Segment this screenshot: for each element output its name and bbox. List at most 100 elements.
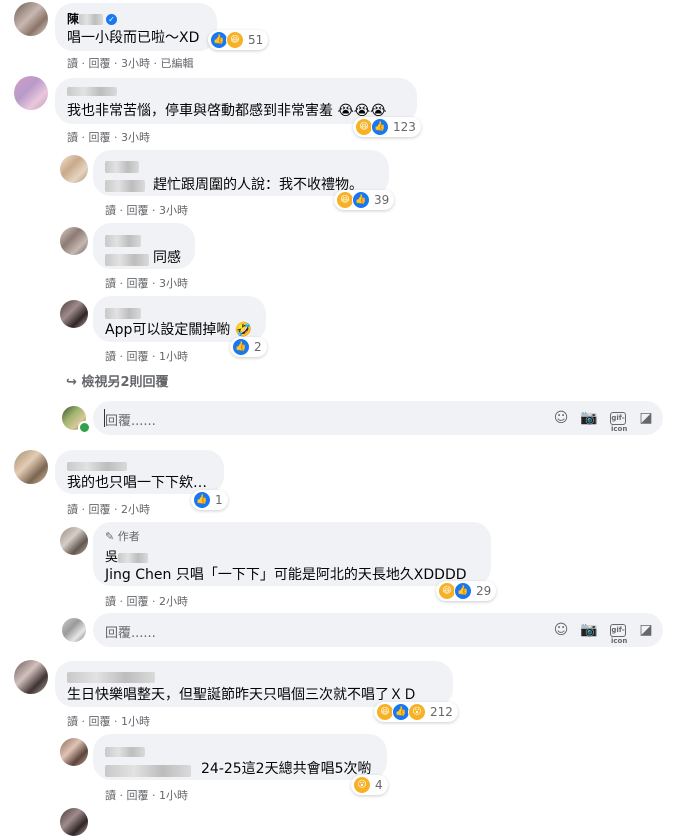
comment-text: 唱一小段而已啦～XD (67, 30, 200, 46)
online-status-icon (78, 421, 91, 434)
read-link[interactable]: 讀 (105, 595, 116, 608)
read-link[interactable]: 讀 (67, 715, 78, 728)
gif-icon[interactable]: gif-icon (610, 624, 627, 645)
comment-text: App可以設定關掉喲 🤣 (105, 322, 253, 338)
reaction-summary[interactable]: 👍 😆 51 (208, 30, 269, 50)
my-avatar[interactable] (62, 618, 86, 642)
avatar[interactable] (14, 76, 48, 110)
commenter-name[interactable]: 陳 ✓ (67, 10, 118, 27)
comment-actions: 讀 · 回覆 · 1小時 (67, 715, 150, 728)
comment-bubble: App可以設定關掉喲 🤣 (93, 296, 266, 342)
avatar[interactable] (60, 300, 88, 328)
comment-bubble: 同感 (93, 223, 195, 269)
like-icon: 👍 (232, 338, 250, 356)
reaction-summary[interactable]: 👍 2 (230, 337, 267, 357)
edited-label: 已編輯 (160, 57, 194, 70)
timestamp[interactable]: 3小時 (121, 131, 150, 144)
commenter-name[interactable] (105, 741, 145, 760)
sticker-icon[interactable]: ◪ (637, 621, 655, 639)
haha-icon: 😆 (226, 31, 244, 49)
wow-icon: 😮 (353, 776, 371, 794)
timestamp[interactable]: 3小時 (159, 277, 188, 290)
comment-text: 我也非常苦惱，停車與啓動都感到非常害羞 😭😭😭 (67, 103, 387, 119)
comment-bubble: 24-25這2天總共會唱5次喲 (93, 734, 387, 780)
reply-link[interactable]: 回覆 (127, 277, 149, 290)
view-more-replies-link[interactable]: ↪ 檢視另2則回覆 (66, 371, 168, 390)
avatar[interactable] (14, 450, 48, 484)
read-link[interactable]: 讀 (67, 503, 78, 516)
camera-icon[interactable]: 📷 (580, 409, 598, 427)
comment-actions: 讀 · 回覆 · 3小時 (105, 277, 188, 290)
reply-link[interactable]: 回覆 (127, 789, 149, 802)
timestamp[interactable]: 3小時 (121, 57, 150, 70)
commenter-name[interactable] (67, 84, 117, 98)
read-link[interactable]: 讀 (105, 789, 116, 802)
reply-link[interactable]: 回覆 (127, 350, 149, 363)
comment-text: 趕忙跟周圍的人說：我不收禮物。 (153, 177, 363, 193)
timestamp[interactable]: 1小時 (159, 789, 188, 802)
read-link[interactable]: 讀 (67, 131, 78, 144)
reply-arrow-icon: ↪ (66, 375, 77, 390)
like-icon: 👍 (193, 491, 211, 509)
like-icon: 👍 (454, 582, 472, 600)
read-link[interactable]: 讀 (105, 204, 116, 217)
avatar[interactable] (60, 155, 88, 183)
sticker-icon[interactable]: ◪ (637, 409, 655, 427)
comment-actions: 讀 · 回覆 · 2小時 (67, 503, 150, 516)
reply-link[interactable]: 回覆 (89, 57, 111, 70)
comment-actions: 讀 · 回覆 · 2小時 (105, 595, 188, 608)
timestamp[interactable]: 3小時 (159, 204, 188, 217)
reply-link[interactable]: 回覆 (127, 595, 149, 608)
verified-icon: ✓ (106, 14, 118, 25)
avatar[interactable] (60, 227, 88, 255)
commenter-name[interactable] (105, 230, 141, 249)
comment-bubble: ✎ 作者 吳 Jing Chen 只唱「一下下」可能是阿北的天長地久XDDDD (93, 522, 491, 586)
comment-bubble: 陳 ✓ 唱一小段而已啦～XD (55, 3, 217, 51)
comment-text: Jing Chen 只唱「一下下」可能是阿北的天長地久XDDDD (105, 567, 467, 583)
comment-bubble: 生日快樂唱整天，但聖誕節昨天只唱個三次就不唱了ＸＤ (55, 661, 453, 707)
reply-input[interactable]: 回覆...... ☺ 📷 gif-icon ◪ (93, 401, 663, 435)
reply-input[interactable]: 回覆...... ☺ 📷 gif-icon ◪ (93, 613, 663, 647)
reply-link[interactable]: 回覆 (89, 715, 111, 728)
reply-link[interactable]: 回覆 (89, 131, 111, 144)
timestamp[interactable]: 2小時 (159, 595, 188, 608)
camera-icon[interactable]: 📷 (580, 621, 598, 639)
timestamp[interactable]: 1小時 (121, 715, 150, 728)
gif-icon[interactable]: gif-icon (610, 412, 627, 433)
wow-icon: 😮 (408, 703, 426, 721)
avatar[interactable] (14, 2, 48, 36)
timestamp[interactable]: 1小時 (159, 350, 188, 363)
comment-text: 24-25這2天總共會唱5次喲 (201, 761, 372, 777)
avatar[interactable] (60, 738, 88, 766)
commenter-name[interactable] (105, 156, 139, 175)
comment-actions: 讀 · 回覆 · 3小時 (105, 204, 188, 217)
comment-text: 我的也只唱一下下欸… (67, 475, 207, 491)
comment-bubble: 我的也只唱一下下欸… (55, 450, 224, 494)
commenter-name[interactable]: 吳 (105, 546, 149, 565)
reaction-summary[interactable]: 😮 4 (351, 775, 388, 795)
avatar[interactable] (14, 660, 48, 694)
comment-actions: 讀 · 回覆 · 3小時 · 已編輯 (67, 57, 194, 70)
read-link[interactable]: 讀 (105, 277, 116, 290)
emoji-icon[interactable]: ☺ (552, 409, 570, 427)
comment-text: 同感 (153, 250, 181, 266)
reaction-summary[interactable]: 👍 1 (191, 490, 228, 510)
reaction-summary[interactable]: 😆 👍 😮 212 (374, 702, 458, 722)
avatar[interactable] (60, 527, 88, 555)
reply-link[interactable]: 回覆 (89, 503, 111, 516)
reaction-summary[interactable]: 😆 👍 39 (334, 190, 395, 210)
emoji-icon[interactable]: ☺ (552, 621, 570, 639)
timestamp[interactable]: 2小時 (121, 503, 150, 516)
like-icon: 👍 (352, 191, 370, 209)
reaction-summary[interactable]: 😆 👍 123 (353, 117, 421, 137)
comment-text: 生日快樂唱整天，但聖誕節昨天只唱個三次就不唱了ＸＤ (67, 687, 417, 703)
reaction-summary[interactable]: 😆 👍 29 (436, 581, 497, 601)
read-link[interactable]: 讀 (105, 350, 116, 363)
like-icon: 👍 (371, 118, 389, 136)
comment-actions: 讀 · 回覆 · 1小時 (105, 350, 188, 363)
author-badge: ✎ 作者 (105, 530, 140, 543)
read-link[interactable]: 讀 (67, 57, 78, 70)
haha-icon: 🤣 (234, 322, 253, 338)
reply-link[interactable]: 回覆 (127, 204, 149, 217)
avatar[interactable] (60, 808, 88, 836)
